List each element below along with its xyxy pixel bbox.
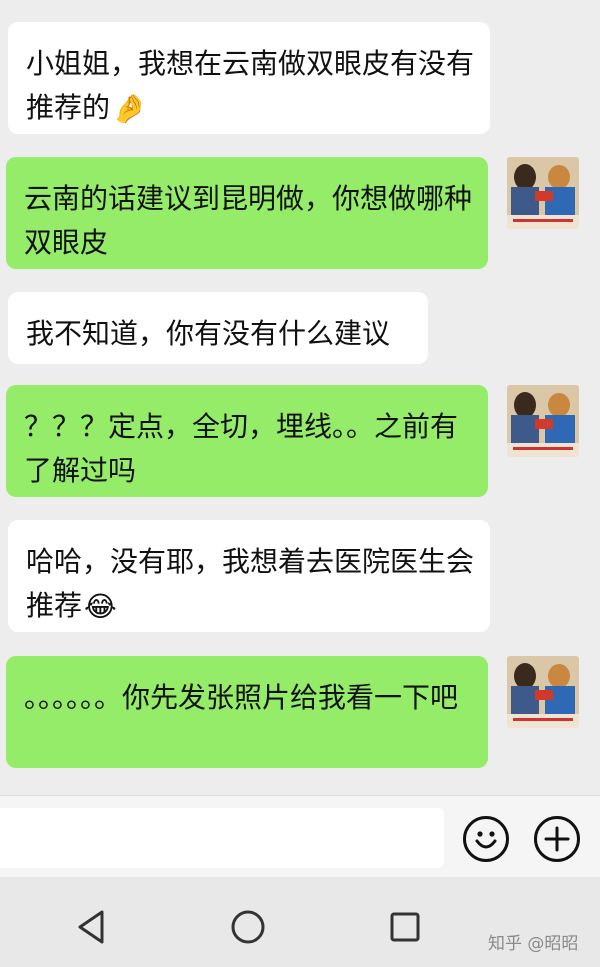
- recents-button[interactable]: [385, 907, 425, 951]
- message-bubble-incoming[interactable]: 我不知道，你有没有什么建议: [8, 292, 428, 364]
- avatar[interactable]: [507, 656, 579, 728]
- message-text: 云南的话建议到昆明做，你想做哪种双眼皮: [24, 182, 473, 259]
- watermark: 知乎 @昭昭: [488, 934, 579, 954]
- home-button[interactable]: [228, 907, 268, 951]
- avatar-image: [507, 656, 579, 728]
- laughing-crying-emoji-icon: 😂: [84, 590, 117, 623]
- avatar[interactable]: [507, 157, 579, 229]
- back-button[interactable]: [72, 907, 112, 951]
- message-bubble-incoming[interactable]: 哈哈，没有耶，我想着去医院医生会推荐😂: [8, 520, 490, 632]
- message-input[interactable]: [0, 808, 444, 868]
- input-bar: [0, 795, 600, 878]
- message-bubble-outgoing[interactable]: ？？？定点，全切，埋线。。之前有了解过吗: [6, 385, 488, 497]
- avatar[interactable]: [507, 385, 579, 457]
- message-bubble-outgoing[interactable]: 云南的话建议到昆明做，你想做哪种双眼皮: [6, 157, 488, 269]
- message-text: ？？？定点，全切，埋线。。之前有了解过吗: [24, 410, 459, 487]
- message-text: 。。。。。。你先发张照片给我看一下吧: [24, 681, 459, 714]
- message-bubble-incoming[interactable]: 小姐姐，我想在云南做双眼皮有没有推荐的🤌: [8, 22, 490, 134]
- home-circle-icon: [231, 910, 265, 944]
- emoji-button[interactable]: [463, 816, 509, 862]
- avatar-image: [507, 157, 579, 229]
- back-triangle-icon: [78, 910, 104, 944]
- plus-icon: [544, 826, 570, 852]
- smiley-icon: [475, 831, 497, 849]
- avatar-image: [507, 385, 579, 457]
- message-text: 小姐姐，我想在云南做双眼皮有没有推荐的: [26, 47, 475, 124]
- recents-square-icon: [390, 912, 420, 942]
- more-button[interactable]: [534, 816, 580, 862]
- message-text: 我不知道，你有没有什么建议: [26, 317, 391, 350]
- chat-area: 小姐姐，我想在云南做双眼皮有没有推荐的🤌 云南的话建议到昆明做，你想做哪种双眼皮…: [0, 0, 600, 795]
- message-bubble-outgoing[interactable]: 。。。。。。你先发张照片给我看一下吧: [6, 656, 488, 768]
- pinched-fingers-emoji-icon: 🤌: [112, 92, 147, 125]
